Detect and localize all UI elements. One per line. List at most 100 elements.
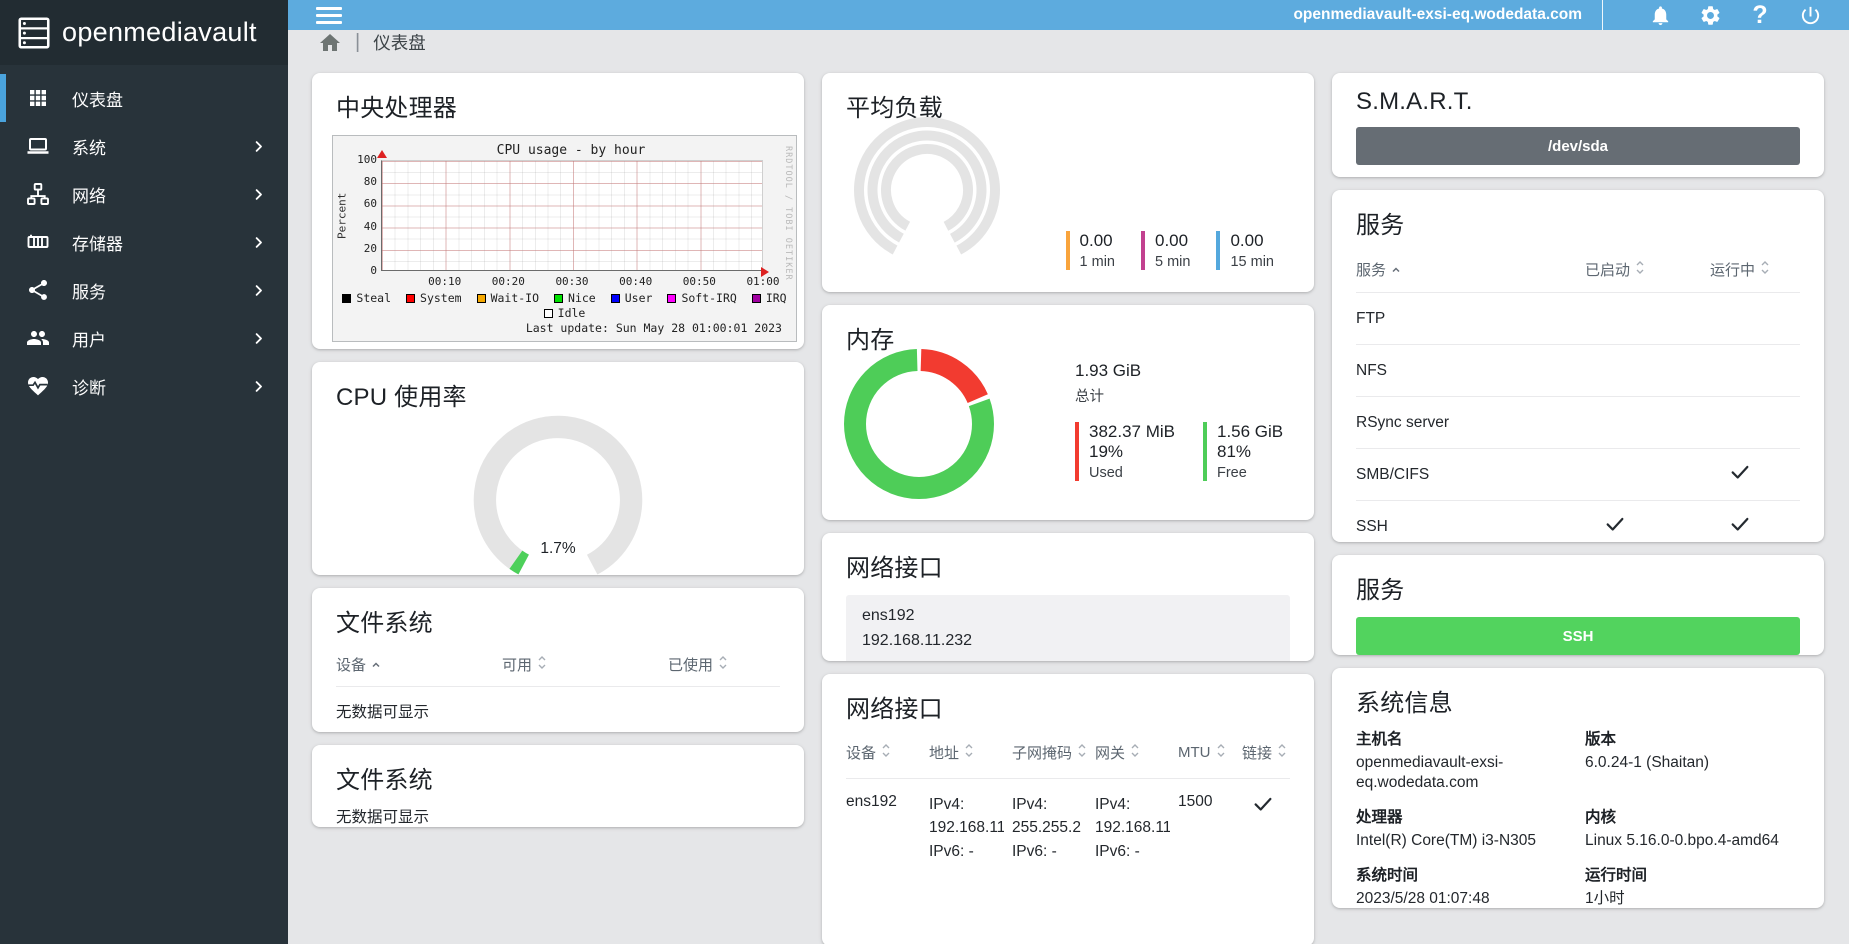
field-label: 处理器 — [1356, 808, 1571, 829]
memory-stat: 1.56 GiB81%Free — [1203, 422, 1283, 481]
sidebar-item-dashboard[interactable]: 仪表盘 — [0, 74, 288, 122]
settings-gear-icon[interactable] — [1697, 2, 1723, 28]
sidebar-item-diagnostics[interactable]: 诊断 — [0, 362, 288, 410]
column-header[interactable]: 设备 — [846, 742, 929, 763]
rrd-y-ticks: 100806040200 — [341, 154, 377, 277]
field-value: 1小时 — [1585, 889, 1786, 908]
topbar: openmediavault-exsi-eq.wodedata.com ? — [288, 0, 1849, 30]
legend-swatch — [752, 294, 761, 303]
ssh-service-button[interactable]: SSH — [1356, 617, 1800, 655]
home-icon[interactable] — [318, 31, 342, 55]
network-table-header: 设备 地址 子网掩码网关 MTU 链接 — [846, 726, 1290, 778]
column-header[interactable]: 已使用 — [668, 654, 780, 675]
address-line: IPv4: — [1012, 793, 1087, 816]
memory-stats: 382.37 MiB19%Used 1.56 GiB81%Free — [1075, 422, 1283, 481]
sidebar-item-users[interactable]: 用户 — [0, 314, 288, 362]
legend-item: Soft-IRQ — [667, 291, 736, 305]
column-header[interactable]: 服务 — [1356, 259, 1550, 280]
menu-hamburger-icon[interactable] — [316, 3, 342, 28]
address-cell: IPv4:192.168.11.232IPv6: - — [929, 793, 1012, 863]
column-3: S.M.A.R.T. /dev/sda 服务 服务已启动运行中 FTPNFSRS… — [1332, 73, 1824, 908]
network-table-row[interactable]: ens192IPv4:192.168.11.232IPv6: -IPv4:255… — [846, 778, 1290, 877]
legend-swatch — [667, 294, 676, 303]
main-area: openmediavault-exsi-eq.wodedata.com ? | … — [288, 0, 1849, 944]
field-value: 2023/5/28 01:07:48 — [1356, 889, 1571, 908]
memory-card: 内存 1.93 GiB 总计 382.37 MiB19%Used1.56 GiB… — [822, 305, 1314, 520]
sidebar-item-label: 服务 — [72, 278, 251, 303]
rrd-y-tick: 60 — [364, 198, 377, 210]
column-header[interactable]: 链接 — [1242, 742, 1290, 763]
stat-label: 1 min — [1080, 254, 1115, 270]
legend-label: Steal — [356, 291, 391, 305]
service-row[interactable]: SSH — [1356, 500, 1800, 542]
memory-stat: 382.37 MiB19%Used — [1075, 422, 1175, 481]
column-header[interactable]: 运行中 — [1680, 259, 1800, 280]
help-icon[interactable]: ? — [1747, 2, 1773, 28]
column-header[interactable]: 网关 — [1095, 742, 1178, 763]
power-icon[interactable] — [1797, 2, 1823, 28]
memory-total-value: 1.93 GiB — [1075, 361, 1283, 381]
stat-value: 0.00 — [1230, 231, 1274, 251]
rrd-legend-row2: Idle — [333, 306, 796, 320]
field-label: 内核 — [1585, 808, 1786, 829]
breadcrumb-separator: | — [355, 31, 360, 54]
service-row[interactable]: RSync server — [1356, 396, 1800, 448]
column-header[interactable]: MTU — [1178, 743, 1242, 762]
sort-icon — [881, 743, 891, 762]
legend-swatch — [544, 309, 553, 318]
system-laptop-icon — [26, 134, 50, 158]
filesystem-table-card: 文件系统 设备可用已使用 无数据可显示 — [312, 588, 804, 732]
services-share-icon — [26, 278, 50, 302]
column-header[interactable]: 地址 — [929, 742, 1012, 763]
column-header[interactable]: 已启动 — [1550, 259, 1680, 280]
sidebar-nav: 仪表盘系统网络存储器服务用户诊断 — [0, 65, 288, 410]
column-label: 网关 — [1095, 742, 1125, 763]
sidebar-item-label: 系统 — [72, 134, 251, 159]
card-title: 服务 — [1356, 205, 1800, 240]
stat-percent: 19% — [1089, 442, 1175, 462]
field-label: 主机名 — [1356, 730, 1571, 751]
sidebar-item-system[interactable]: 系统 — [0, 122, 288, 170]
storage-drive-icon — [26, 230, 50, 254]
openmediavault-logo-icon — [16, 15, 52, 51]
stat-value: 0.00 — [1155, 231, 1190, 251]
column-label: 设备 — [846, 742, 876, 763]
legend-label: IRQ — [766, 291, 787, 305]
netmask-cell: IPv4:255.255.2IPv6: - — [1012, 793, 1095, 863]
service-row[interactable]: FTP — [1356, 292, 1800, 344]
dashboard-grid-icon — [26, 86, 50, 110]
column-header[interactable]: 可用 — [502, 654, 668, 675]
system-info-field: 内核Linux 5.16.0-0.bpo.4-amd64 — [1585, 808, 1800, 851]
sidebar-item-services[interactable]: 服务 — [0, 266, 288, 314]
sidebar-item-label: 用户 — [72, 326, 251, 351]
legend-swatch — [477, 294, 486, 303]
column-header[interactable]: 子网掩码 — [1012, 742, 1095, 763]
legend-swatch — [342, 294, 351, 303]
legend-item: System — [406, 291, 462, 305]
sort-asc-icon — [371, 656, 381, 673]
column-label: 地址 — [929, 742, 959, 763]
service-row[interactable]: NFS — [1356, 344, 1800, 396]
smart-device-button[interactable]: /dev/sda — [1356, 127, 1800, 165]
rrd-x-tick: 00:40 — [618, 275, 654, 288]
field-value: Linux 5.16.0-0.bpo.4-amd64 — [1585, 831, 1786, 851]
sort-icon — [537, 655, 547, 674]
chevron-right-icon — [251, 379, 266, 394]
logo-bar: openmediavault — [0, 0, 288, 65]
column-header[interactable]: 设备 — [336, 654, 502, 675]
stat-label: 5 min — [1155, 254, 1190, 270]
service-name: FTP — [1356, 310, 1550, 328]
sidebar-item-network[interactable]: 网络 — [0, 170, 288, 218]
card-title: CPU 使用率 — [336, 377, 780, 412]
sidebar-item-storage[interactable]: 存储器 — [0, 218, 288, 266]
system-info-field: 主机名openmediavault-exsi-eq.wodedata.com — [1356, 730, 1585, 793]
service-row[interactable]: SMB/CIFS — [1356, 448, 1800, 500]
rrd-y-tick: 40 — [364, 221, 377, 233]
chevron-right-icon — [251, 331, 266, 346]
rrd-y-tick: 80 — [364, 176, 377, 188]
enabled-check-icon — [1604, 513, 1626, 540]
notifications-bell-icon[interactable] — [1647, 2, 1673, 28]
system-info-field: 系统时间2023/5/28 01:07:48 — [1356, 866, 1585, 908]
diagnostics-heart-icon — [26, 374, 50, 398]
column-label: MTU — [1178, 744, 1211, 761]
